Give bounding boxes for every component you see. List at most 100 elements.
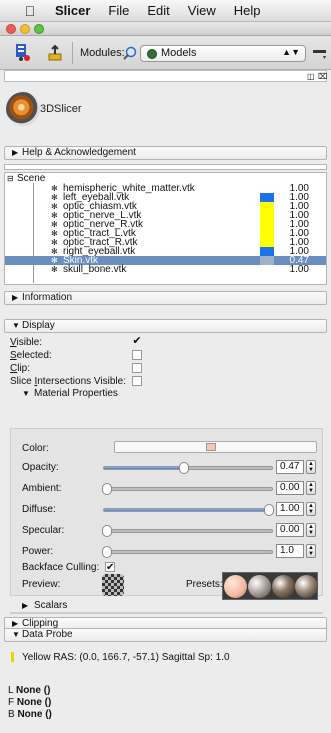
specular-slider[interactable] <box>102 525 273 537</box>
material-properties-title: Material Properties <box>34 388 118 399</box>
scene-row[interactable]: ✻ left_eyeball.vtk 1.00 <box>5 193 326 203</box>
menu-bar:  Slicer File Edit View Help <box>0 0 331 22</box>
diffuse-spinbox[interactable]: 1.00 <box>276 502 304 516</box>
section-help[interactable]: ▶ Help & Acknowledgement <box>4 146 327 160</box>
ambient-slider-handle[interactable] <box>102 483 112 495</box>
scene-row[interactable]: ✻ optic_tract_L.vtk 1.00 <box>5 229 326 239</box>
tree-expand-icon[interactable]: ⊟ <box>7 174 14 183</box>
section-information[interactable]: ▶ Information <box>4 291 327 305</box>
diffuse-slider[interactable] <box>103 504 274 516</box>
load-icon[interactable] <box>47 44 63 62</box>
visible-checkbox[interactable]: ✔ <box>132 336 142 347</box>
undock-icon[interactable]: ◫ <box>307 73 315 81</box>
window-titlebar <box>0 22 331 36</box>
power-label: Power: <box>22 546 54 557</box>
specular-spinbox[interactable]: 0.00 <box>276 523 304 537</box>
menu-file[interactable]: File <box>108 3 129 18</box>
scene-row[interactable]: ✻ skull_bone.vtk 1.00 <box>5 264 326 275</box>
power-stepper-icon[interactable]: ▲ ▼ <box>306 544 316 558</box>
scene-tree[interactable]: ⊟ Scene ✻ hemispheric_white_matter.vtk 1… <box>4 172 327 285</box>
module-select-value: Models <box>161 47 197 59</box>
overflow-menu-icon[interactable] <box>313 48 327 60</box>
section-data-probe[interactable]: ▼ Data Probe <box>4 628 327 642</box>
model-icon: ✻ <box>51 256 58 265</box>
specular-label: Specular: <box>22 525 65 536</box>
section-help-label: Help & Acknowledgement <box>22 147 136 158</box>
color-swatch <box>260 193 274 202</box>
scene-row[interactable]: ✻ optic_nerve_R.vtk 1.00 <box>5 220 326 230</box>
diffuse-label: Diffuse: <box>22 504 56 515</box>
menu-help[interactable]: Help <box>234 3 261 18</box>
scene-row[interactable]: ✻ optic_tract_R.vtk 1.00 <box>5 238 326 248</box>
probe-b-readout: B None () <box>8 709 52 720</box>
model-icon: ✻ <box>51 238 58 247</box>
menu-view[interactable]: View <box>188 3 216 18</box>
ambient-stepper-icon[interactable]: ▲ ▼ <box>306 481 316 495</box>
expanded-arrow-icon: ▼ <box>12 321 20 330</box>
slicer-logo-icon <box>6 92 40 126</box>
scene-row[interactable]: ✻ optic_chiasm.vtk 1.00 <box>5 202 326 212</box>
model-icon: ✻ <box>51 193 58 202</box>
color-swatch <box>260 238 274 247</box>
scene-row-name: skull_bone.vtk <box>63 264 127 275</box>
opacity-slider-handle[interactable] <box>179 462 189 474</box>
collapsed-arrow-icon[interactable]: ▶ <box>22 601 28 610</box>
module-select[interactable]: Models ▲▼ <box>140 45 306 62</box>
clip-label: Clip: <box>10 363 31 374</box>
power-spinbox[interactable]: 1.0 <box>276 544 304 558</box>
preset-skin-icon[interactable] <box>224 575 247 598</box>
toolbar-separator <box>72 42 73 64</box>
scalars-divider <box>10 612 323 614</box>
scene-row-opacity: 1.00 <box>289 264 309 275</box>
expanded-arrow-icon[interactable]: ▼ <box>22 389 30 398</box>
presets-label: Presets: <box>186 579 223 590</box>
specular-slider-handle[interactable] <box>102 525 112 537</box>
preset-bronze-icon[interactable] <box>295 575 318 598</box>
app-menu[interactable]: Slicer <box>55 3 90 18</box>
clip-checkbox[interactable] <box>132 363 142 373</box>
diffuse-slider-handle[interactable] <box>264 504 274 516</box>
module-header-box <box>4 70 327 82</box>
power-slider-handle[interactable] <box>102 546 112 558</box>
zoom-window-button[interactable] <box>34 24 44 34</box>
presets-panel <box>222 572 318 600</box>
visible-label: Visible: <box>10 337 43 348</box>
ambient-spinbox[interactable]: 0.00 <box>276 481 304 495</box>
scene-row[interactable]: ✻ hemispheric_white_matter.vtk 1.00 <box>5 184 326 194</box>
data-icon[interactable] <box>14 43 34 63</box>
section-display[interactable]: ▼ Display <box>4 319 327 333</box>
selected-checkbox[interactable] <box>132 350 142 360</box>
opacity-stepper-icon[interactable]: ▲ ▼ <box>306 460 316 474</box>
ambient-slider[interactable] <box>102 483 273 495</box>
preset-metal-icon[interactable] <box>248 575 271 598</box>
module-search-icon[interactable] <box>123 46 137 60</box>
model-icon: ✻ <box>51 229 58 238</box>
diffuse-stepper-icon[interactable]: ▲ ▼ <box>306 502 316 516</box>
model-icon: ✻ <box>51 202 58 211</box>
module-scroll-divider <box>4 164 327 170</box>
color-swatch <box>206 443 216 451</box>
backface-culling-checkbox[interactable]: ✔ <box>105 562 115 573</box>
model-icon: ✻ <box>51 184 58 193</box>
opacity-slider[interactable] <box>103 462 273 474</box>
scene-row-selected[interactable]: ✻ Skin.vtk 0.47 <box>5 256 326 266</box>
specular-stepper-icon[interactable]: ▲ ▼ <box>306 523 316 537</box>
power-slider[interactable] <box>102 546 273 558</box>
preset-dark-metal-icon[interactable] <box>272 575 295 598</box>
opacity-spinbox[interactable]: 0.47 <box>276 460 304 474</box>
collapsed-arrow-icon: ▶ <box>12 293 19 302</box>
modules-label: Modules: <box>80 47 125 59</box>
scene-root-label[interactable]: Scene <box>17 174 45 184</box>
close-window-button[interactable] <box>6 24 16 34</box>
scene-row[interactable]: ✻ optic_nerve_L.vtk 1.00 <box>5 211 326 221</box>
color-swatch <box>260 211 274 220</box>
close-icon[interactable]: ⌧ <box>318 73 327 81</box>
model-icon: ✻ <box>51 265 58 274</box>
probe-l-readout: L None () <box>8 685 51 696</box>
color-picker-button[interactable] <box>114 441 317 453</box>
slice-intersections-checkbox[interactable] <box>132 376 142 386</box>
apple-icon[interactable]:  <box>23 3 37 19</box>
scene-row[interactable]: ✻ right_eyeball.vtk 1.00 <box>5 247 326 257</box>
minimize-window-button[interactable] <box>20 24 30 34</box>
menu-edit[interactable]: Edit <box>147 3 169 18</box>
